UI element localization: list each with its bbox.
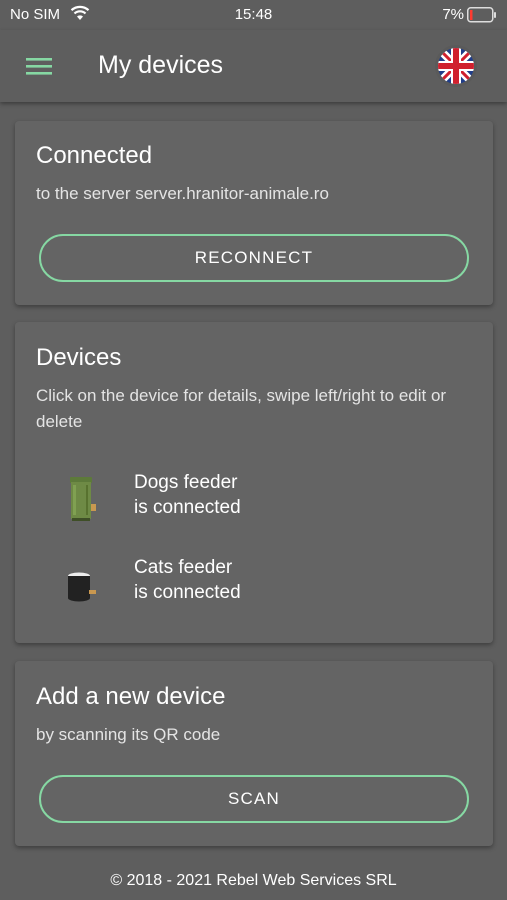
app-bar: My devices — [0, 30, 507, 102]
device-item-cats-feeder[interactable]: Cats feeder is connected — [15, 552, 493, 616]
add-device-subtitle: by scanning its QR code — [36, 725, 221, 744]
devices-card: Devices Click on the device for details,… — [15, 322, 493, 643]
clock: 15:48 — [234, 6, 273, 23]
add-device-title: Add a new device — [36, 683, 226, 710]
device-item-dogs-feeder[interactable]: Dogs feeder is connected — [15, 467, 493, 531]
devices-title: Devices — [36, 344, 122, 371]
device-status: is connected — [134, 497, 241, 518]
connection-card: Connected to the server server.hranitor-… — [15, 121, 493, 305]
connection-subtitle: to the server server.hranitor-animale.ro — [36, 184, 329, 203]
scan-button[interactable]: SCAN — [39, 775, 469, 823]
battery-percent: 7% — [442, 6, 464, 23]
uk-flag-icon[interactable] — [433, 43, 479, 89]
connection-title: Connected — [36, 142, 153, 169]
green-feeder-icon — [63, 473, 103, 525]
add-device-card: Add a new device by scanning its QR code… — [15, 661, 493, 846]
black-feeder-icon — [63, 558, 103, 610]
hamburger-menu-icon[interactable] — [26, 56, 52, 76]
devices-subtitle: Click on the device for details, swipe l… — [36, 386, 447, 431]
copyright-footer: © 2018 - 2021 Rebel Web Services SRL — [110, 872, 397, 889]
page-title: My devices — [98, 51, 224, 79]
device-name: Cats feeder — [134, 557, 233, 578]
status-bar: No SIM 15:48 7% — [0, 0, 507, 30]
device-name: Dogs feeder — [134, 472, 238, 493]
battery-icon — [467, 7, 497, 27]
reconnect-button[interactable]: RECONNECT — [39, 234, 469, 282]
device-status: is connected — [134, 582, 241, 603]
